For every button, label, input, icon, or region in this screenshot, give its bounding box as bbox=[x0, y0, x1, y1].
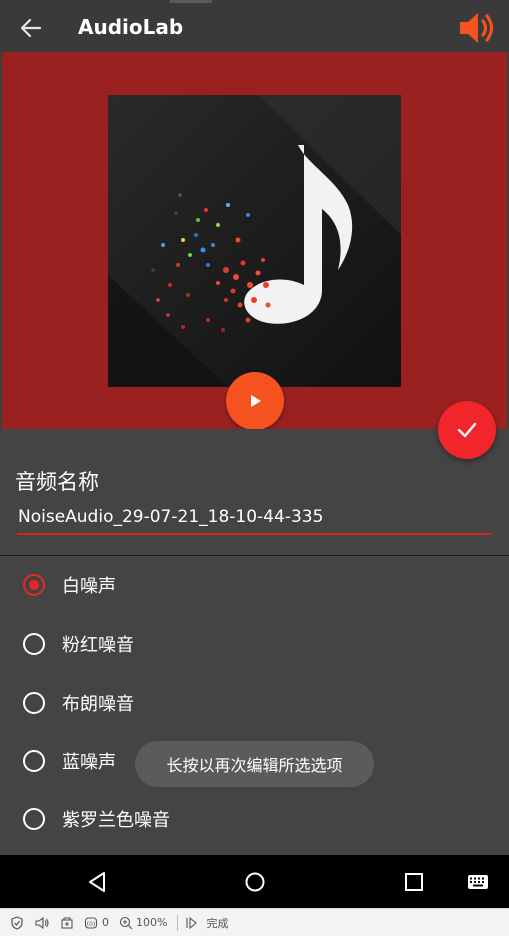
zoom-control[interactable]: 100% bbox=[119, 916, 167, 930]
option-label: 蓝噪声 bbox=[62, 752, 116, 773]
shield-button[interactable] bbox=[10, 915, 24, 930]
host-status-bar: (0) 0 100% 完成 bbox=[0, 908, 509, 936]
status-text: 完成 bbox=[206, 916, 229, 930]
radio-button[interactable] bbox=[23, 633, 45, 655]
play-step-icon bbox=[186, 916, 198, 929]
audio-name-input[interactable] bbox=[17, 505, 492, 535]
option-label: 布朗噪音 bbox=[62, 694, 134, 715]
option-brown-noise[interactable]: 布朗噪音 bbox=[0, 681, 509, 725]
sound-button[interactable] bbox=[34, 916, 50, 930]
option-violet-noise[interactable]: 紫罗兰色噪音 bbox=[0, 797, 509, 841]
play-step-button[interactable] bbox=[184, 916, 198, 930]
radio-button[interactable] bbox=[23, 750, 45, 772]
badge-icon: (0) bbox=[84, 916, 98, 929]
nav-recents-button[interactable] bbox=[399, 867, 429, 897]
shield-check-icon bbox=[11, 915, 23, 930]
option-label: 粉红噪音 bbox=[62, 635, 134, 656]
nav-back-button[interactable] bbox=[82, 867, 112, 897]
radio-button[interactable] bbox=[23, 692, 45, 714]
album-artwork bbox=[108, 95, 401, 387]
triangle-back-icon bbox=[89, 872, 105, 892]
checkmark-icon bbox=[457, 422, 477, 438]
nav-keyboard-button[interactable] bbox=[463, 867, 493, 897]
toast-message: 长按以再次编辑所选选项 bbox=[135, 741, 374, 787]
svg-text:(0): (0) bbox=[87, 921, 96, 928]
zoom-value: 100% bbox=[136, 916, 168, 929]
option-white-noise[interactable]: 白噪声 bbox=[0, 563, 509, 607]
app-bar: AudioLab bbox=[0, 0, 509, 52]
audio-name-label: 音频名称 bbox=[15, 470, 99, 494]
speaker-icon bbox=[35, 916, 49, 929]
app-title: AudioLab bbox=[78, 15, 184, 39]
package-icon bbox=[61, 916, 73, 929]
nav-home-button[interactable] bbox=[240, 867, 270, 897]
system-nav-bar bbox=[0, 855, 509, 908]
music-note-artwork bbox=[108, 95, 401, 387]
play-button[interactable] bbox=[226, 372, 284, 430]
radio-button[interactable] bbox=[23, 808, 45, 830]
radio-selected-dot bbox=[29, 580, 39, 590]
volume-icon bbox=[460, 13, 494, 43]
play-icon bbox=[251, 395, 261, 407]
back-button[interactable] bbox=[14, 11, 48, 45]
option-pink-noise[interactable]: 粉红噪音 bbox=[0, 622, 509, 666]
option-label: 紫罗兰色噪音 bbox=[62, 810, 170, 831]
status-separator bbox=[177, 914, 179, 931]
circle-home-icon bbox=[245, 872, 265, 892]
package-button[interactable] bbox=[60, 916, 74, 930]
radio-button[interactable] bbox=[23, 574, 45, 596]
confirm-button[interactable] bbox=[438, 401, 496, 459]
section-divider bbox=[0, 555, 509, 556]
window-notch bbox=[170, 0, 212, 3]
counter-indicator: (0) 0 bbox=[84, 916, 109, 930]
volume-button[interactable] bbox=[454, 8, 498, 48]
keyboard-icon bbox=[468, 875, 488, 889]
square-recents-icon bbox=[405, 873, 423, 891]
arrow-left-icon bbox=[20, 18, 42, 38]
counter-value: 0 bbox=[102, 916, 109, 929]
option-label: 白噪声 bbox=[62, 576, 116, 597]
zoom-in-icon bbox=[119, 916, 133, 929]
